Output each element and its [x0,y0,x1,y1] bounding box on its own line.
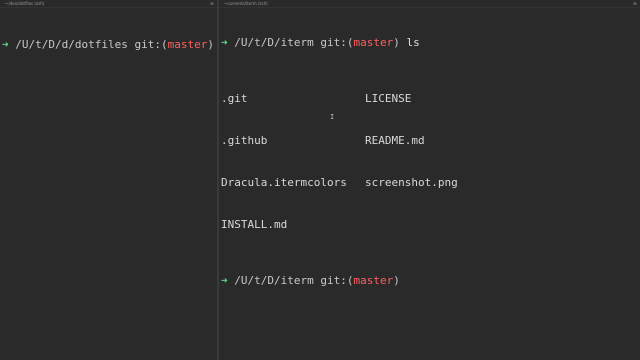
ls-entry: .github [221,134,268,147]
typed-command: ls [406,36,420,49]
prompt-arrow-icon: ➜ [2,38,9,51]
left-pane-title: ~/dev/dotfiles (zsh) [5,1,45,6]
ls-entry: README.md [365,134,425,147]
right-terminal-output[interactable]: ➜ /U/t/D/iterm git:(master) ls .git LICEN… [219,8,640,316]
ls-entry: .git [221,92,248,105]
ls-entry: LICENSE [365,92,412,105]
git-prefix: git:( [134,38,168,51]
ls-output-row: INSTALL.md [221,218,638,232]
right-pane-title: ~cuments/iterm (zsh) [224,1,268,6]
prompt-path: /U/t/D/d/dotfiles [15,38,128,51]
left-pane-titlebar: ~/dev/dotfiles (zsh) ⌘ [0,0,217,8]
prompt-path: /U/t/D/iterm [234,274,314,287]
ls-entry: screenshot.png [365,176,458,189]
git-branch: master [353,36,394,49]
git-prefix: git:( [320,274,354,287]
prompt-arrow-icon: ➜ [221,36,228,49]
prompt-arrow-icon: ➜ [221,274,228,287]
left-terminal-pane[interactable]: ~/dev/dotfiles (zsh) ⌘ ➜ /U/t/D/d/dotfil… [0,0,217,360]
git-branch: master [167,38,208,51]
left-prompt-line: ➜ /U/t/D/d/dotfiles git:(master) [2,36,215,51]
git-suffix: ) [393,36,400,49]
left-terminal-output[interactable]: ➜ /U/t/D/d/dotfiles git:(master) [0,8,217,78]
ls-output-row: .git LICENSE [221,92,638,106]
right-prompt-line-2: ➜ /U/t/D/iterm git:(master) [221,274,638,288]
left-pane-close-icon[interactable]: ⌘ [210,0,214,7]
git-branch: master [353,274,394,287]
git-prefix: git:( [320,36,354,49]
prompt-path: /U/t/D/iterm [234,36,314,49]
right-terminal-pane[interactable]: ~cuments/iterm (zsh) ⌘ ➜ /U/t/D/iterm gi… [219,0,640,360]
ls-output-row: .github README.md [221,134,638,148]
git-suffix: ) [393,274,400,287]
right-pane-titlebar: ~cuments/iterm (zsh) ⌘ [219,0,640,8]
ibeam-cursor-icon: I [330,113,335,121]
ls-output-row: Dracula.itermcolors screenshot.png [221,176,638,190]
right-prompt-line-1: ➜ /U/t/D/iterm git:(master) ls [221,36,638,50]
right-pane-close-icon[interactable]: ⌘ [633,0,637,7]
git-suffix: ) [207,38,214,51]
ls-entry: INSTALL.md [221,218,288,231]
ls-entry: Dracula.itermcolors [221,176,347,189]
